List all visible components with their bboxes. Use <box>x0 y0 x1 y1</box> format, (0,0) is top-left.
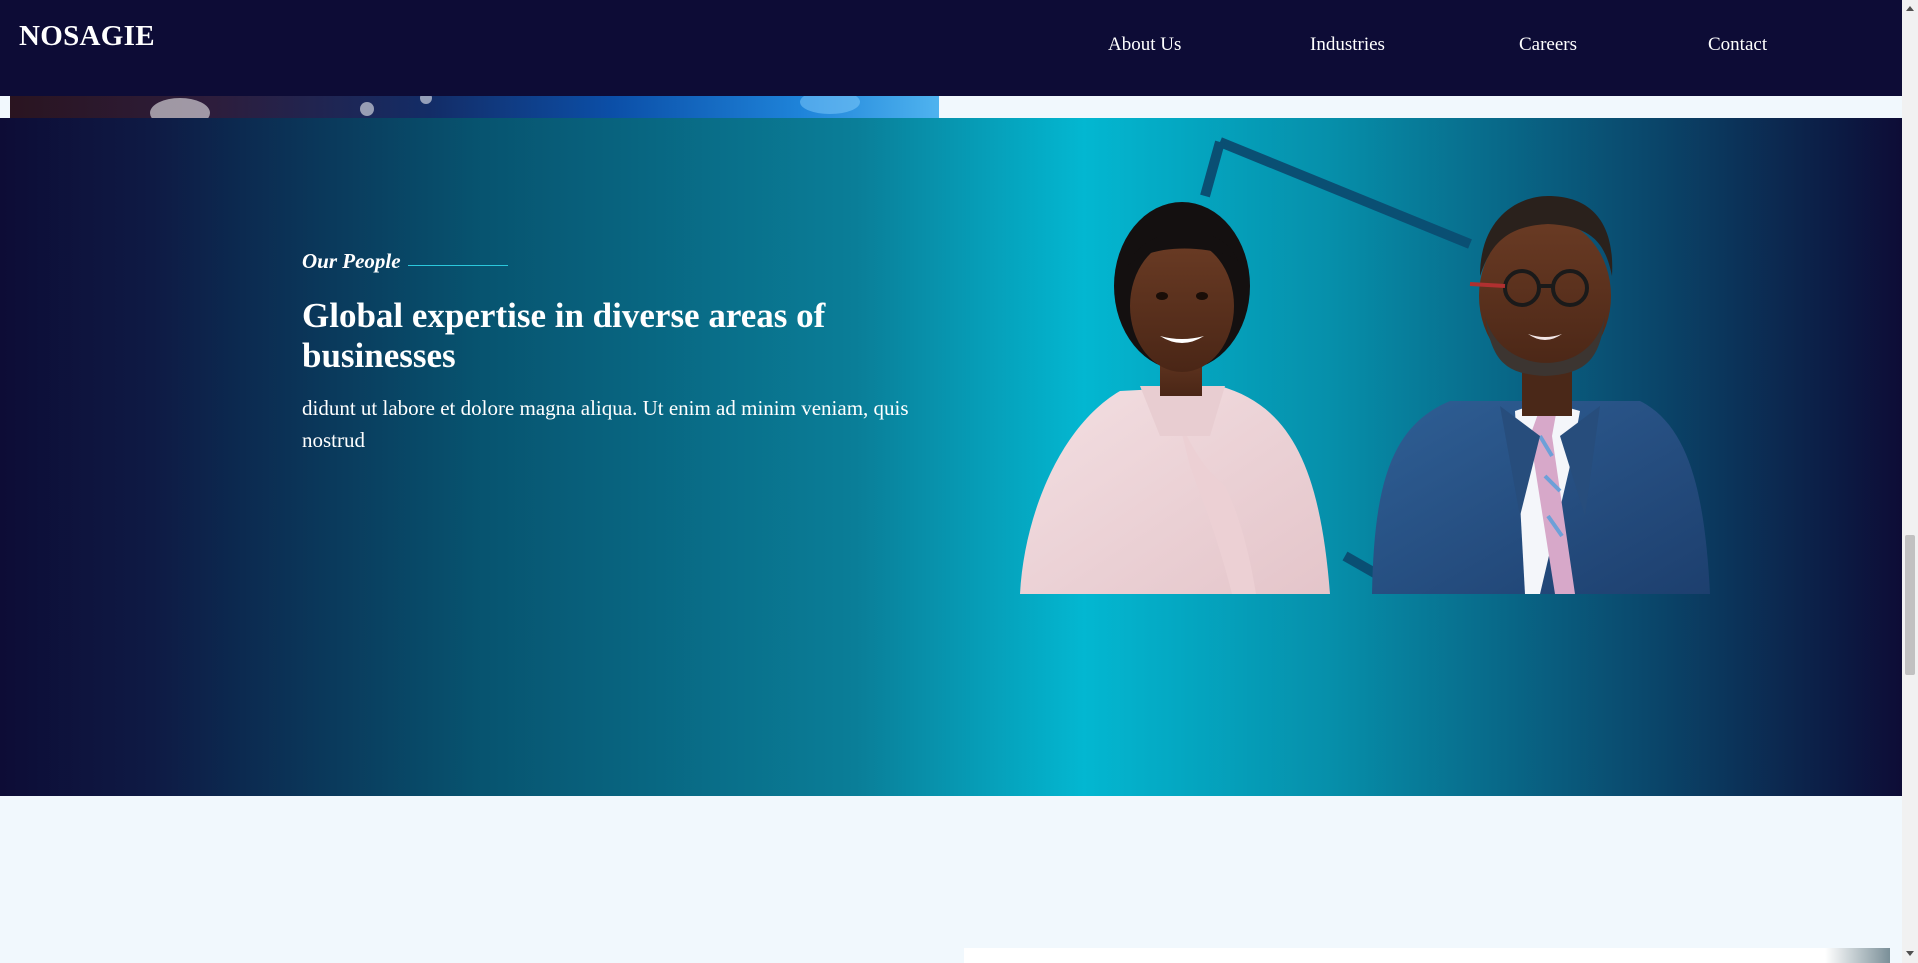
section-body-text: didunt ut labore et dolore magna aliqua.… <box>302 396 909 452</box>
page-scrollbar[interactable] <box>1902 0 1918 963</box>
our-people-section: Our People Global expertise in diverse a… <box>0 118 1902 796</box>
scroll-up-arrow-icon[interactable] <box>1906 6 1914 11</box>
section-headline: Global expertise in diverse areas of bus… <box>302 296 826 375</box>
site-header: NOSAGIE About Us Industries Careers Cont… <box>0 0 1902 96</box>
nav-careers[interactable]: Careers <box>1519 34 1577 56</box>
nav-industries[interactable]: Industries <box>1310 34 1385 56</box>
man-figure <box>1372 196 1710 594</box>
scroll-thumb[interactable] <box>1905 535 1915 675</box>
scroll-down-arrow-icon[interactable] <box>1906 951 1914 956</box>
brand-logo[interactable]: NOSAGIE <box>19 20 155 53</box>
section-eyebrow: Our People <box>302 249 401 273</box>
eyebrow-divider <box>408 265 508 266</box>
people-illustration <box>1020 137 1710 594</box>
nav-about-us[interactable]: About Us <box>1108 34 1181 56</box>
nav-contact[interactable]: Contact <box>1708 34 1767 56</box>
next-section-card <box>964 948 1890 963</box>
people-photo <box>1000 136 1730 594</box>
previous-section-image <box>10 96 939 118</box>
woman-figure <box>1020 202 1330 594</box>
